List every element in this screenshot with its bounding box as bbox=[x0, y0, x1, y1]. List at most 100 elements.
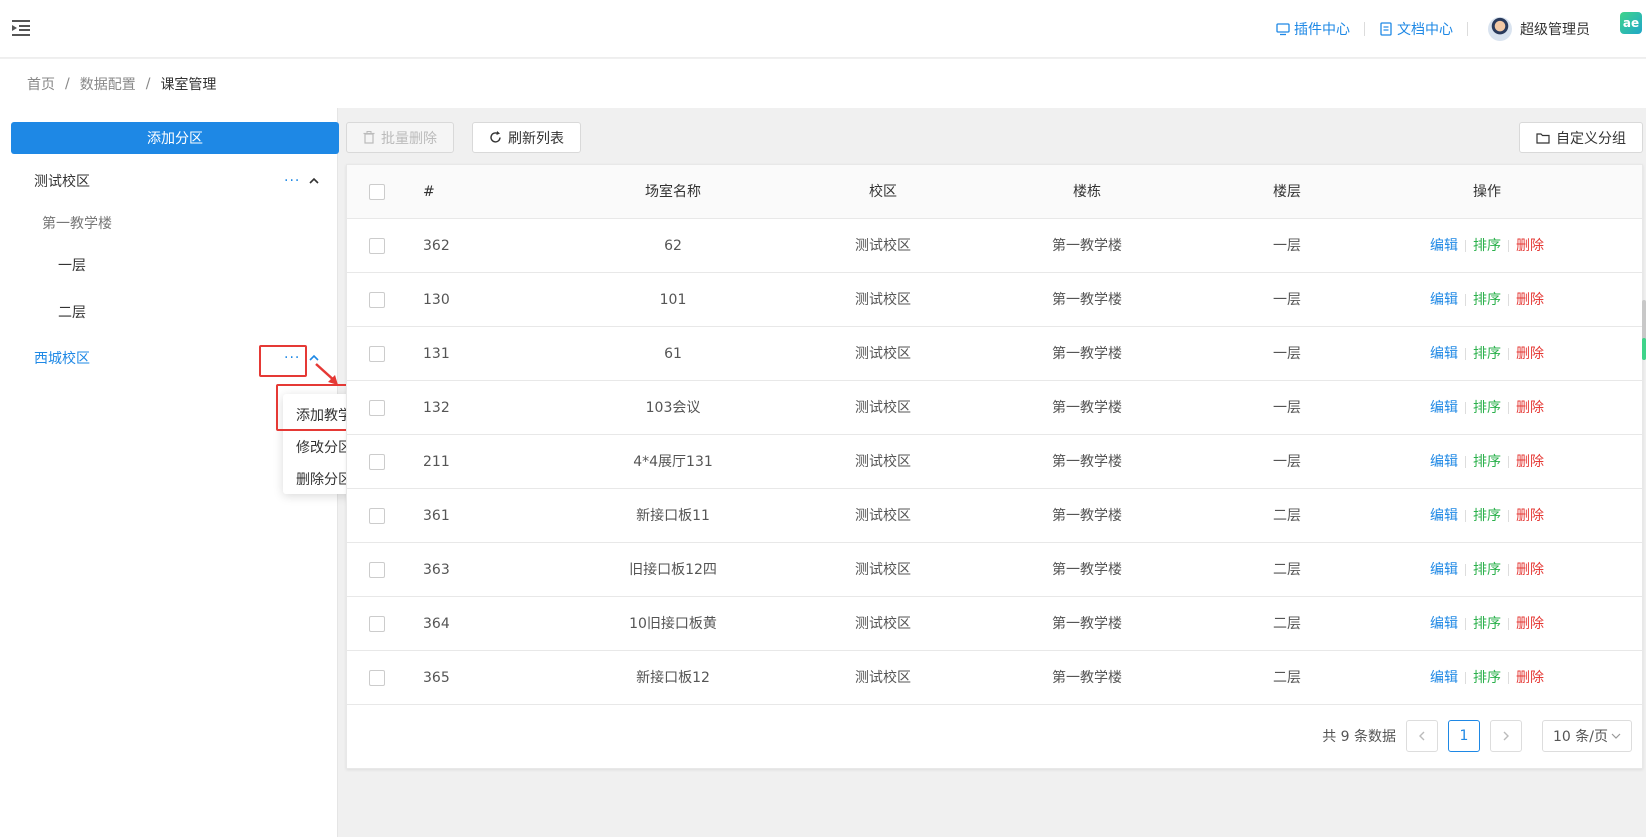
table-row: 211 4*4展厅131 测试校区 第一教学楼 一层 编辑 排序 删除 bbox=[347, 435, 1642, 489]
chevron-up-icon[interactable] bbox=[308, 352, 320, 364]
tree-node-floor-1[interactable]: 一层 bbox=[0, 246, 338, 284]
row-checkbox[interactable] bbox=[369, 346, 385, 362]
batch-delete-button[interactable]: 批量删除 bbox=[346, 122, 454, 153]
sort-button[interactable]: 排序 bbox=[1473, 454, 1501, 470]
sort-button[interactable]: 排序 bbox=[1473, 508, 1501, 524]
cell-floor: 二层 bbox=[1273, 508, 1301, 524]
document-icon bbox=[1380, 22, 1392, 36]
edit-button[interactable]: 编辑 bbox=[1430, 616, 1458, 632]
select-all-checkbox[interactable] bbox=[369, 184, 385, 200]
page-button-1[interactable]: 1 bbox=[1448, 720, 1480, 752]
next-page-button[interactable] bbox=[1490, 720, 1522, 752]
plugin-icon bbox=[1276, 23, 1290, 36]
edit-button[interactable]: 编辑 bbox=[1430, 508, 1458, 524]
row-checkbox[interactable] bbox=[369, 292, 385, 308]
table-row: 365 新接口板12 测试校区 第一教学楼 二层 编辑 排序 删除 bbox=[347, 651, 1642, 705]
sort-button[interactable]: 排序 bbox=[1473, 670, 1501, 686]
app-badge-icon[interactable]: ae bbox=[1620, 12, 1642, 34]
op-divider bbox=[1508, 618, 1509, 630]
delete-button[interactable]: 删除 bbox=[1516, 616, 1544, 632]
cell-name: 10旧接口板黄 bbox=[629, 616, 717, 632]
tree-node-label: 二层 bbox=[58, 305, 86, 321]
row-checkbox[interactable] bbox=[369, 454, 385, 470]
edit-button[interactable]: 编辑 bbox=[1430, 562, 1458, 578]
col-header-actions: 操作 bbox=[1473, 184, 1501, 200]
refresh-list-button[interactable]: 刷新列表 bbox=[472, 122, 581, 153]
cell-building: 第一教学楼 bbox=[1052, 670, 1122, 686]
tree-node-floor-2[interactable]: 二层 bbox=[0, 293, 338, 331]
delete-button[interactable]: 删除 bbox=[1516, 238, 1544, 254]
op-divider bbox=[1465, 510, 1466, 522]
doc-center-link[interactable]: 文档中心 bbox=[1365, 19, 1467, 39]
table-row: 132 103会议 测试校区 第一教学楼 一层 编辑 排序 删除 bbox=[347, 381, 1642, 435]
sort-button[interactable]: 排序 bbox=[1473, 292, 1501, 308]
breadcrumb-home[interactable]: 首页 bbox=[27, 74, 55, 94]
cell-id: 361 bbox=[423, 508, 450, 524]
cell-building: 第一教学楼 bbox=[1052, 616, 1122, 632]
delete-button[interactable]: 删除 bbox=[1516, 346, 1544, 362]
cell-name: 61 bbox=[664, 346, 682, 362]
chevron-left-icon bbox=[1419, 731, 1425, 741]
table-header: # 场室名称 校区 楼栋 楼层 操作 bbox=[347, 165, 1642, 219]
cell-name: 62 bbox=[664, 238, 682, 254]
cell-campus: 测试校区 bbox=[855, 346, 911, 362]
edit-button[interactable]: 编辑 bbox=[1430, 292, 1458, 308]
row-checkbox[interactable] bbox=[369, 616, 385, 632]
delete-button[interactable]: 删除 bbox=[1516, 562, 1544, 578]
cell-actions: 编辑 排序 删除 bbox=[1387, 597, 1587, 651]
plugin-center-link[interactable]: 插件中心 bbox=[1262, 19, 1364, 39]
edit-button[interactable]: 编辑 bbox=[1430, 346, 1458, 362]
cell-building: 第一教学楼 bbox=[1052, 562, 1122, 578]
cell-name: 旧接口板12四 bbox=[629, 562, 717, 578]
edit-button[interactable]: 编辑 bbox=[1430, 454, 1458, 470]
tree-node-building[interactable]: 第一教学楼 bbox=[0, 204, 338, 242]
sort-button[interactable]: 排序 bbox=[1473, 238, 1501, 254]
edit-button[interactable]: 编辑 bbox=[1430, 400, 1458, 416]
cell-campus: 测试校区 bbox=[855, 616, 911, 632]
row-checkbox[interactable] bbox=[369, 400, 385, 416]
row-checkbox[interactable] bbox=[369, 508, 385, 524]
row-checkbox[interactable] bbox=[369, 562, 385, 578]
cell-building: 第一教学楼 bbox=[1052, 508, 1122, 524]
add-zone-button[interactable]: 添加分区 bbox=[11, 122, 339, 154]
sort-button[interactable]: 排序 bbox=[1473, 346, 1501, 362]
edit-button[interactable]: 编辑 bbox=[1430, 238, 1458, 254]
sort-button[interactable]: 排序 bbox=[1473, 562, 1501, 578]
more-options-icon[interactable]: ··· bbox=[284, 173, 300, 189]
row-checkbox[interactable] bbox=[369, 670, 385, 686]
table-row: 131 61 测试校区 第一教学楼 一层 编辑 排序 删除 bbox=[347, 327, 1642, 381]
custom-group-button[interactable]: 自定义分组 bbox=[1519, 122, 1643, 153]
col-header-id: # bbox=[423, 184, 435, 200]
delete-button[interactable]: 删除 bbox=[1516, 670, 1544, 686]
tree-node-campus-xicheng[interactable]: 西城校区 ··· bbox=[0, 339, 338, 377]
edit-button[interactable]: 编辑 bbox=[1430, 670, 1458, 686]
sort-button[interactable]: 排序 bbox=[1473, 616, 1501, 632]
sort-button[interactable]: 排序 bbox=[1473, 400, 1501, 416]
tree-node-campus-test[interactable]: 测试校区 ··· bbox=[0, 162, 338, 200]
op-divider bbox=[1508, 564, 1509, 576]
top-bar: 插件中心 文档中心 超级管理员 ae bbox=[0, 0, 1646, 58]
user-menu[interactable]: 超级管理员 bbox=[1468, 17, 1632, 41]
col-header-floor: 楼层 bbox=[1273, 184, 1301, 200]
cell-id: 131 bbox=[423, 346, 450, 362]
col-header-name: 场室名称 bbox=[645, 184, 701, 200]
delete-button[interactable]: 删除 bbox=[1516, 508, 1544, 524]
cell-campus: 测试校区 bbox=[855, 562, 911, 578]
table-row: 363 旧接口板12四 测试校区 第一教学楼 二层 编辑 排序 删除 bbox=[347, 543, 1642, 597]
cell-floor: 二层 bbox=[1273, 616, 1301, 632]
delete-button[interactable]: 删除 bbox=[1516, 454, 1544, 470]
cell-actions: 编辑 排序 删除 bbox=[1387, 273, 1587, 327]
menu-fold-icon[interactable] bbox=[10, 17, 32, 39]
breadcrumb-data-config[interactable]: 数据配置 bbox=[80, 74, 136, 94]
page-size-select[interactable]: 10 条/页 bbox=[1542, 720, 1632, 752]
op-divider bbox=[1465, 240, 1466, 252]
cell-floor: 二层 bbox=[1273, 670, 1301, 686]
delete-button[interactable]: 删除 bbox=[1516, 292, 1544, 308]
op-divider bbox=[1508, 456, 1509, 468]
row-checkbox[interactable] bbox=[369, 238, 385, 254]
delete-button[interactable]: 删除 bbox=[1516, 400, 1544, 416]
chevron-right-icon bbox=[1503, 731, 1509, 741]
prev-page-button[interactable] bbox=[1406, 720, 1438, 752]
chevron-up-icon[interactable] bbox=[308, 175, 320, 187]
more-options-icon[interactable]: ··· bbox=[284, 350, 300, 366]
